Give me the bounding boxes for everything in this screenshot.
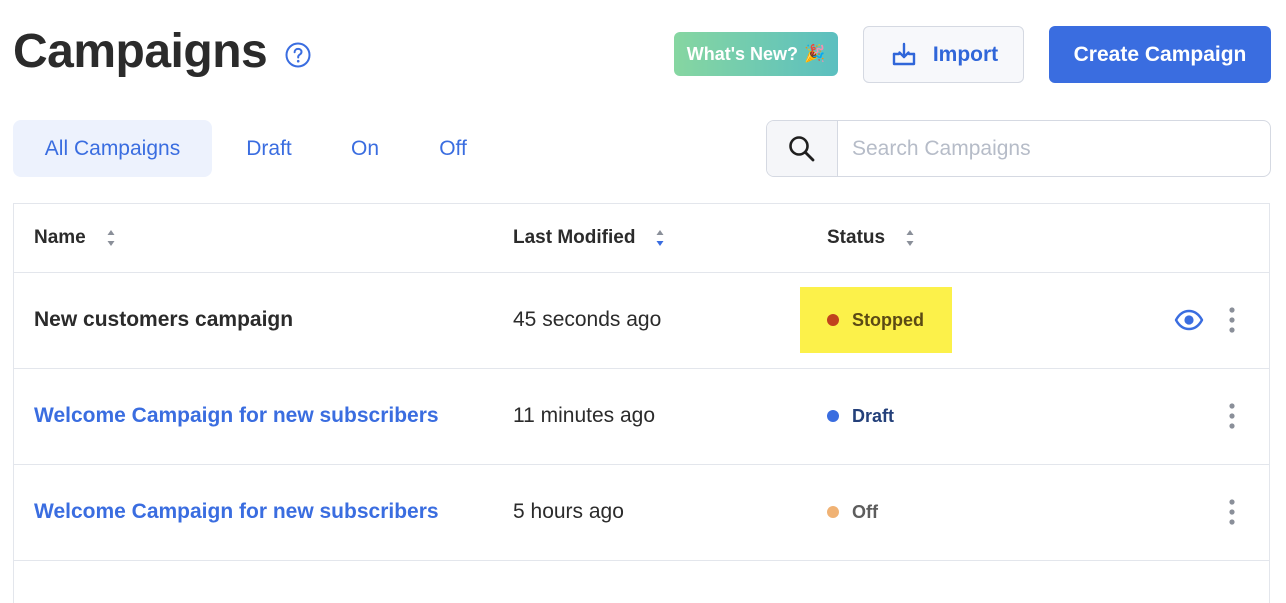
page-title: Campaigns (13, 25, 268, 78)
column-header-name[interactable]: Name (34, 204, 116, 272)
search-box (766, 120, 1271, 177)
question-circle-icon[interactable] (285, 42, 311, 68)
tab-all-campaigns[interactable]: All Campaigns (13, 120, 212, 177)
eye-icon[interactable] (1174, 305, 1204, 335)
whats-new-button[interactable]: What's New? 🎉 (674, 32, 838, 76)
search-button[interactable] (767, 121, 838, 176)
campaigns-table: Name Last Modified Status New customers … (13, 203, 1270, 603)
table-row[interactable]: Welcome Campaign for new subscribers 5 h… (14, 464, 1269, 561)
tab-draft[interactable]: Draft (228, 120, 310, 177)
status-badge: Stopped (800, 287, 952, 353)
sort-icon (906, 230, 914, 246)
sort-icon (107, 230, 115, 246)
party-popper-icon: 🎉 (804, 44, 826, 63)
import-button[interactable]: Import (863, 26, 1024, 83)
status-badge: Draft (800, 383, 922, 449)
search-icon (789, 135, 815, 161)
status-label: Off (852, 501, 878, 522)
table-header: Name Last Modified Status (14, 204, 1269, 273)
sort-desc-icon (656, 230, 664, 246)
status-label: Stopped (852, 309, 924, 330)
campaign-name[interactable]: New customers campaign (34, 272, 293, 368)
last-modified: 5 hours ago (513, 500, 624, 523)
tab-off[interactable]: Off (421, 120, 485, 177)
campaign-name-link[interactable]: Welcome Campaign for new subscribers (34, 368, 439, 464)
more-options-icon[interactable] (1227, 305, 1237, 335)
tab-on[interactable]: On (334, 120, 396, 177)
column-label: Name (34, 227, 86, 248)
campaign-name-link[interactable]: Welcome Campaign for new subscribers (34, 464, 439, 560)
status-cell: Stopped (800, 272, 952, 368)
more-options-icon[interactable] (1227, 401, 1237, 431)
whats-new-label: What's New? (686, 43, 799, 64)
column-header-status[interactable]: Status (827, 204, 915, 272)
status-dot (827, 410, 839, 422)
last-modified: 11 minutes ago (513, 404, 656, 427)
last-modified: 45 seconds ago (513, 308, 662, 331)
column-label: Status (827, 227, 886, 248)
status-cell: Draft (800, 368, 922, 464)
search-input[interactable] (838, 121, 1268, 176)
status-label: Draft (852, 405, 895, 426)
import-label: Import (932, 42, 999, 66)
more-options-icon[interactable] (1227, 497, 1237, 527)
table-row[interactable]: Welcome Campaign for new subscribers 11 … (14, 368, 1269, 465)
status-dot (827, 506, 839, 518)
status-cell: Off (800, 464, 906, 560)
import-tray-icon (892, 42, 916, 65)
column-header-last-modified[interactable]: Last Modified (513, 204, 665, 272)
column-label: Last Modified (513, 227, 636, 248)
status-dot (827, 314, 839, 326)
create-campaign-button[interactable]: Create Campaign (1049, 26, 1271, 83)
status-badge: Off (800, 479, 906, 545)
table-row[interactable]: New customers campaign 45 seconds ago St… (14, 272, 1269, 369)
